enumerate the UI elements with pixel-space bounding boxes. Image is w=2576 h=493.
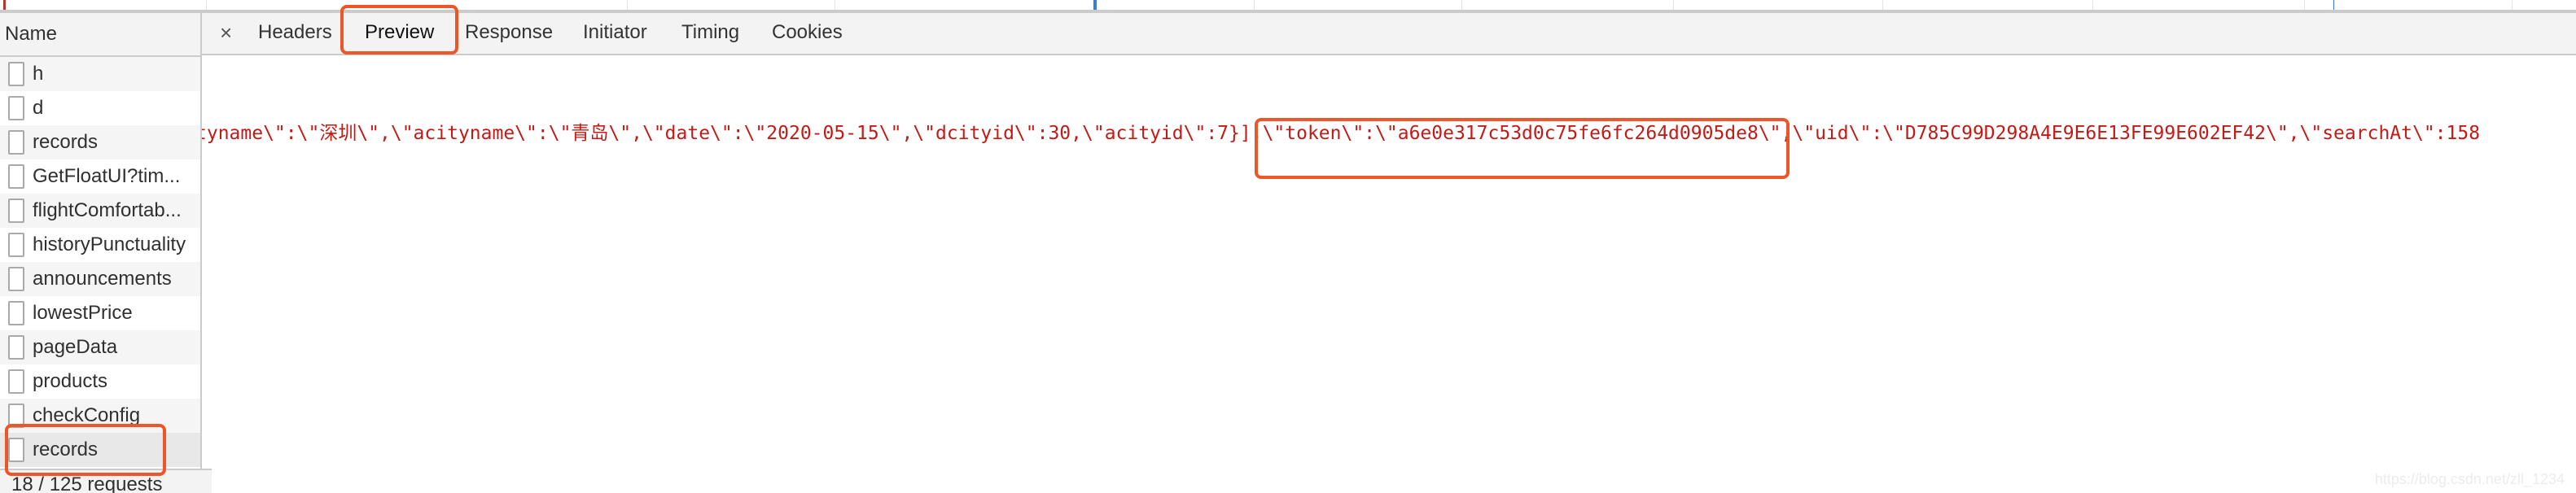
file-icon	[8, 267, 24, 291]
request-name: historyPunctuality	[33, 233, 186, 255]
request-name: h	[33, 63, 44, 85]
request-name: lowestPrice	[33, 302, 133, 324]
request-row[interactable]: lowestPrice	[0, 296, 200, 330]
request-name: flightComfortab...	[33, 199, 182, 221]
json-text-after: ,\"uid\":\"D785C99D298A4E9E6E13FE99E602E…	[1781, 123, 2481, 144]
timeline-gridline	[2304, 0, 2305, 10]
file-icon	[8, 164, 24, 189]
request-row[interactable]: records	[0, 125, 200, 159]
json-text-before: tyname\":\"深圳\",\"acityname\":\"青岛\",\"d…	[202, 123, 1263, 144]
request-name: announcements	[33, 268, 172, 290]
request-list: Name h d records GetFloatUI?tim... fligh…	[0, 13, 212, 493]
timeline-gridline	[1254, 0, 1255, 10]
file-icon	[8, 130, 24, 155]
timeline-gridline	[1461, 0, 1462, 10]
timeline-bar	[2333, 0, 2334, 10]
detail-tabs: × Headers Preview Response Initiator Tim…	[202, 13, 2576, 55]
watermark: https://blog.csdn.net/zll_1234	[2374, 471, 2565, 487]
file-icon	[8, 233, 24, 257]
request-row[interactable]: announcements	[0, 262, 200, 296]
request-row[interactable]: historyPunctuality	[0, 228, 200, 262]
file-icon	[8, 369, 24, 394]
request-row[interactable]: products	[0, 364, 200, 399]
highlight-token	[1254, 118, 1790, 179]
file-icon	[8, 199, 24, 223]
timeline-gridline	[206, 0, 207, 10]
request-name: records	[33, 131, 99, 153]
tab-initiator[interactable]: Initiator	[583, 13, 647, 54]
name-column-header[interactable]: Name	[0, 13, 200, 57]
timeline-gridline	[1673, 0, 1674, 10]
request-row[interactable]: flightComfortab...	[0, 194, 200, 228]
request-row[interactable]: d	[0, 91, 200, 125]
timeline-bar	[1093, 0, 1097, 10]
file-icon	[8, 301, 24, 325]
request-name: pageData	[33, 336, 118, 358]
request-row[interactable]: pageData	[0, 330, 200, 364]
request-name: products	[33, 370, 108, 392]
tab-response[interactable]: Response	[465, 13, 553, 54]
highlight-selected-request	[5, 424, 166, 476]
timeline-marker	[3, 0, 6, 10]
request-row[interactable]: h	[0, 57, 200, 91]
file-icon	[8, 62, 24, 86]
file-icon	[8, 96, 24, 120]
file-icon	[8, 335, 24, 360]
tab-cookies[interactable]: Cookies	[772, 13, 843, 54]
request-name: d	[33, 97, 44, 119]
highlight-preview-tab	[340, 5, 458, 55]
timeline-gridline	[2092, 0, 2093, 10]
timeline-gridline	[1882, 0, 1883, 10]
request-name: GetFloatUI?tim...	[33, 165, 181, 187]
timeline-gridline	[627, 0, 628, 10]
tab-timing[interactable]: Timing	[681, 13, 739, 54]
tab-headers[interactable]: Headers	[258, 13, 332, 54]
request-row[interactable]: GetFloatUI?tim...	[0, 159, 200, 194]
close-icon[interactable]: ×	[220, 13, 232, 52]
